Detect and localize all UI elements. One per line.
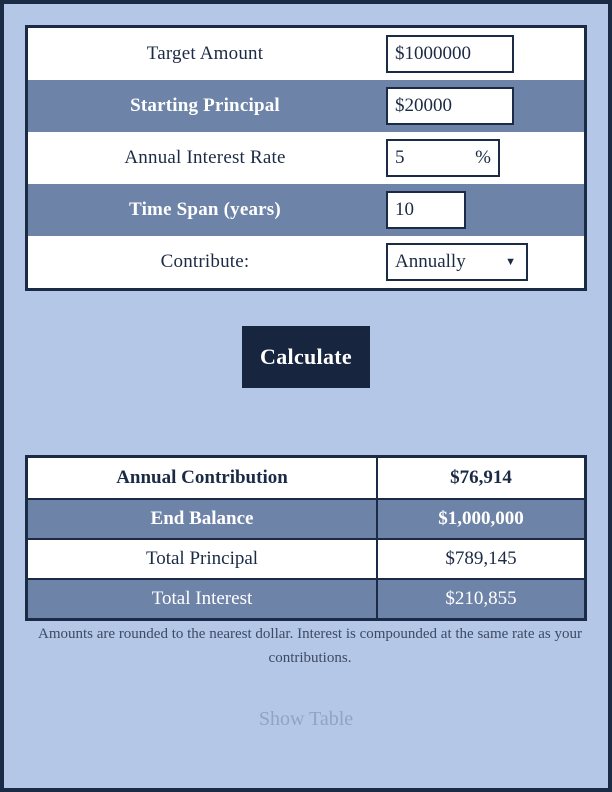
results-table: Annual Contribution $76,914 End Balance … xyxy=(25,455,587,621)
field-cell-target-amount: $1000000 xyxy=(386,35,584,73)
result-value-total-interest: $210,855 xyxy=(445,588,517,609)
label-time-span: Time Span (years) xyxy=(129,199,281,220)
result-value-annual-contribution: $76,914 xyxy=(450,467,512,488)
result-value-end-balance: $1,000,000 xyxy=(438,508,524,529)
table-row: Total Principal $789,145 xyxy=(28,538,584,578)
form-row-contribute: Contribute: Annually ▼ xyxy=(28,236,584,288)
table-row: End Balance $1,000,000 xyxy=(28,498,584,538)
target-amount-value: $1000000 xyxy=(395,43,471,64)
show-table-link[interactable]: Show Table xyxy=(4,708,608,731)
percent-unit-label: % xyxy=(475,147,491,168)
starting-principal-input[interactable]: $20000 xyxy=(386,87,514,125)
form-row-time-span: Time Span (years) 10 xyxy=(28,184,584,236)
chevron-down-icon: ▼ xyxy=(505,255,516,268)
result-label-end-balance: End Balance xyxy=(28,500,378,538)
label-starting-principal: Starting Principal xyxy=(130,95,280,116)
table-row: Annual Contribution $76,914 xyxy=(28,458,584,498)
time-span-input[interactable]: 10 xyxy=(386,191,466,229)
form-row-target-amount: Target Amount $1000000 xyxy=(28,28,584,80)
field-cell-starting-principal: $20000 xyxy=(386,87,584,125)
starting-principal-value: $20000 xyxy=(395,95,452,116)
field-cell-annual-interest-rate: 5 % xyxy=(386,139,584,177)
result-value-total-principal: $789,145 xyxy=(445,548,517,569)
result-label-annual-contribution: Annual Contribution xyxy=(28,458,378,498)
field-cell-time-span: 10 xyxy=(386,191,584,229)
label-contribute: Contribute: xyxy=(160,251,250,272)
calculate-button-container: Calculate xyxy=(4,326,608,388)
result-label-total-principal: Total Principal xyxy=(28,540,378,578)
rounding-footnote: Amounts are rounded to the nearest dolla… xyxy=(38,626,582,666)
label-target-amount: Target Amount xyxy=(146,43,264,64)
annual-interest-rate-value: 5 xyxy=(395,147,405,168)
form-row-annual-interest-rate: Annual Interest Rate 5 % xyxy=(28,132,584,184)
calculate-button[interactable]: Calculate xyxy=(242,326,370,388)
investment-input-form: Target Amount $1000000 Starting Principa… xyxy=(25,25,587,291)
field-cell-contribute: Annually ▼ xyxy=(386,243,584,281)
label-annual-interest-rate: Annual Interest Rate xyxy=(124,147,286,168)
table-row: Total Interest $210,855 xyxy=(28,578,584,618)
target-amount-input[interactable]: $1000000 xyxy=(386,35,514,73)
form-row-starting-principal: Starting Principal $20000 xyxy=(28,80,584,132)
annual-interest-rate-input[interactable]: 5 % xyxy=(386,139,500,177)
contribute-frequency-value: Annually xyxy=(395,251,466,272)
contribute-frequency-select[interactable]: Annually ▼ xyxy=(386,243,528,281)
time-span-value: 10 xyxy=(395,199,414,220)
result-label-total-interest: Total Interest xyxy=(28,580,378,618)
